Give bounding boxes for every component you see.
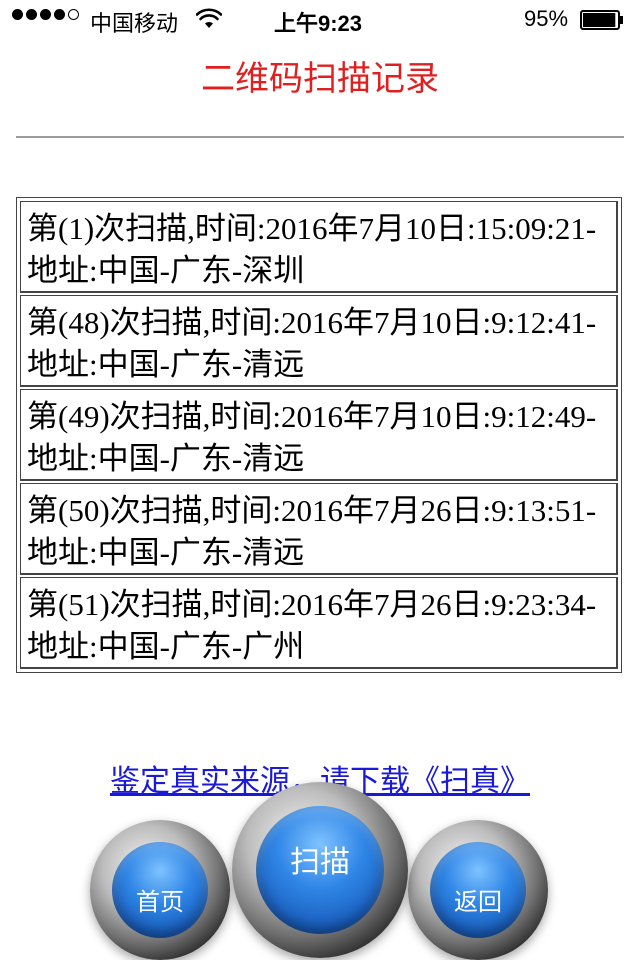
back-button[interactable]: 返回 (408, 820, 548, 960)
record-time-text: 第(1)次扫描,时间:2016年7月10日:15:09:21- (27, 211, 597, 246)
table-row: 第(1)次扫描,时间:2016年7月10日:15:09:21- 地址:中国-广东-… (20, 201, 618, 293)
record-time-text: 第(48)次扫描,时间:2016年7月10日:9:12:41- (27, 305, 597, 340)
wifi-icon (196, 8, 222, 28)
battery-icon (580, 10, 623, 30)
home-button[interactable]: 首页 (90, 820, 230, 960)
page-title: 二维码扫描记录 (201, 59, 439, 99)
scan-records-table: 第(1)次扫描,时间:2016年7月10日:15:09:21- 地址:中国-广东-… (16, 197, 622, 673)
signal-strength-icon (12, 9, 79, 20)
battery-percent: 95% (524, 6, 569, 31)
record-address-text: 地址:中国-广东-广州 (27, 629, 305, 664)
home-button-label: 首页 (112, 842, 208, 938)
record-address-text: 地址:中国-广东-清远 (27, 347, 305, 382)
table-row: 第(49)次扫描,时间:2016年7月10日:9:12:49- 地址:中国-广东-… (20, 389, 618, 481)
title-divider (16, 136, 624, 138)
status-bar: 中国移动 上午9:23 95% (0, 0, 640, 40)
record-time-text: 第(50)次扫描,时间:2016年7月26日:9:13:51- (27, 493, 597, 528)
back-button-label: 返回 (430, 842, 526, 938)
scan-button[interactable]: 扫描 (232, 782, 408, 958)
table-row: 第(51)次扫描,时间:2016年7月26日:9:23:34- 地址:中国-广东-… (20, 577, 618, 669)
scan-button-label: 扫描 (256, 806, 384, 934)
signal-dot (68, 9, 79, 20)
table-row: 第(48)次扫描,时间:2016年7月10日:9:12:41- 地址:中国-广东-… (20, 295, 618, 387)
carrier-name: 中国移动 (90, 11, 179, 36)
signal-dot (12, 9, 23, 20)
signal-dot (26, 9, 37, 20)
signal-dot (54, 9, 65, 20)
record-time-text: 第(49)次扫描,时间:2016年7月10日:9:12:49- (27, 399, 597, 434)
record-address-text: 地址:中国-广东-深圳 (27, 253, 305, 288)
record-address-text: 地址:中国-广东-清远 (27, 441, 305, 476)
record-address-text: 地址:中国-广东-清远 (27, 535, 305, 570)
record-time-text: 第(51)次扫描,时间:2016年7月26日:9:23:34- (27, 587, 597, 622)
signal-dot (40, 9, 51, 20)
clock: 上午9:23 (274, 11, 363, 36)
table-row: 第(50)次扫描,时间:2016年7月26日:9:13:51- 地址:中国-广东-… (20, 483, 618, 575)
